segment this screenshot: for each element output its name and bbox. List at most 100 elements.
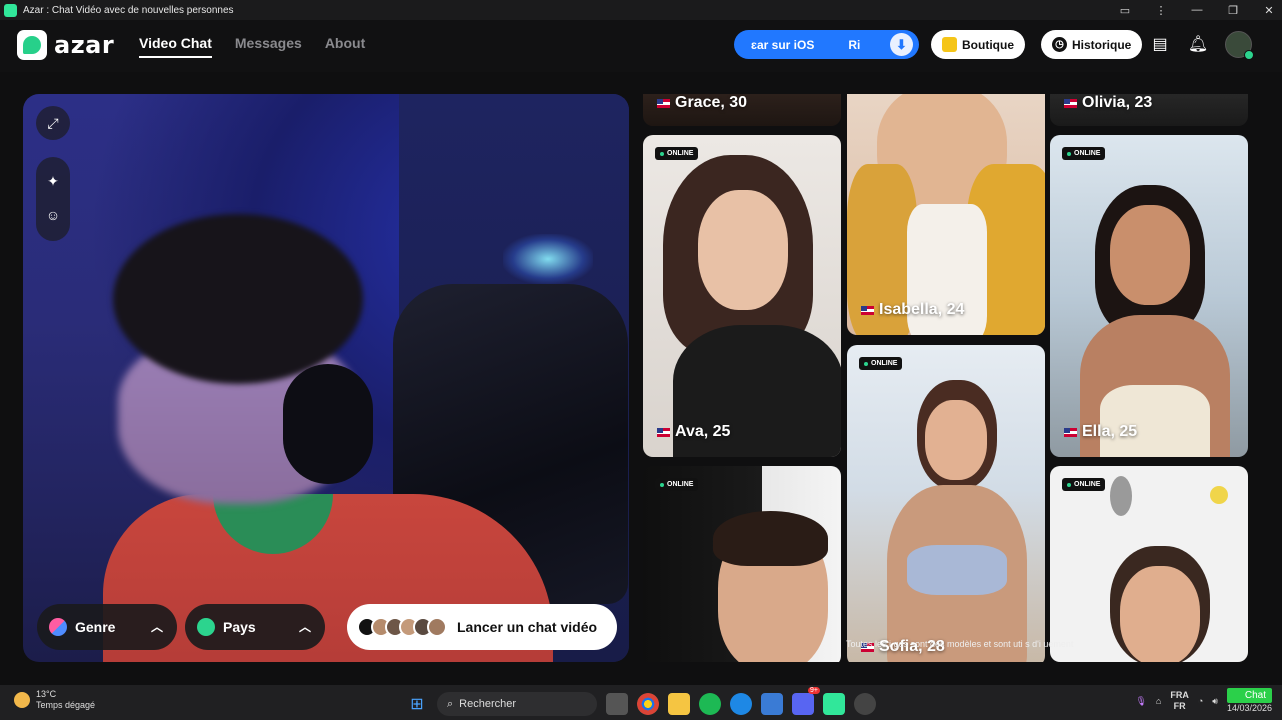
gender-filter-button[interactable]: Genre ︿: [37, 604, 177, 650]
taskbar-search-placeholder: Rechercher: [459, 698, 517, 710]
discord-badge: 9+: [808, 687, 820, 694]
magic-wand-icon[interactable]: ✦: [36, 164, 70, 198]
azar-logo[interactable]: azar: [17, 30, 114, 60]
user-avatar[interactable]: [1225, 31, 1254, 60]
taskbar-search[interactable]: ⌕ Rechercher: [437, 692, 597, 716]
start-video-chat-label: Lancer un chat vidéo: [457, 619, 598, 635]
restore-icon[interactable]: ❐: [1226, 4, 1240, 17]
face-filter-icon[interactable]: ☺: [36, 198, 70, 232]
profile-card[interactable]: ONLINE Ava, 25: [643, 135, 841, 457]
profile-name: Ella, 25: [1082, 423, 1138, 440]
us-flag-icon: [657, 427, 670, 437]
online-badge: ONLINE: [655, 478, 699, 491]
profile-name: Ava, 25: [675, 423, 731, 440]
window-title: Azar : Chat Vidéo avec de nouvelles pers…: [23, 4, 234, 16]
profile-card[interactable]: ONLINE Sofia, 28: [847, 345, 1045, 662]
steam-icon[interactable]: [854, 693, 876, 715]
video-effects-toolbar: ✦ ☺: [36, 157, 70, 241]
us-flag-icon: [1064, 427, 1077, 437]
history-button[interactable]: ◷ Historique: [1041, 30, 1143, 59]
online-badge: ONLINE: [655, 147, 699, 160]
profile-card[interactable]: ONLINE: [1050, 466, 1248, 662]
avatar-status-dot: [1244, 50, 1254, 60]
online-badge: ONLINE: [1062, 478, 1106, 491]
edge-icon[interactable]: [730, 693, 752, 715]
history-button-label: Historique: [1072, 37, 1132, 52]
chat-badge: Chat: [1226, 688, 1272, 703]
weather-widget[interactable]: 13°C Temps dégagé: [14, 689, 95, 711]
windows-taskbar: 13°C Temps dégagé ⊞ ⌕ Rechercher 9+ 🎙︎ ⌂…: [0, 685, 1282, 720]
ios-banner-text-right: Ri: [848, 37, 861, 52]
us-flag-icon: [657, 98, 670, 108]
nav-video-chat[interactable]: Video Chat: [139, 35, 212, 58]
ios-download-banner[interactable]: ɛar sur iOS Ri ⬇: [734, 30, 919, 59]
gem-icon: [942, 37, 957, 52]
country-filter-button[interactable]: Pays ︿: [185, 604, 325, 650]
gender-filter-label: Genre: [75, 619, 116, 635]
microphone-icon[interactable]: 🎙︎: [1135, 696, 1146, 707]
download-icon: ⬇: [890, 33, 913, 56]
camera-icon[interactable]: ▭: [1118, 4, 1132, 17]
online-badge: ONLINE: [1062, 147, 1106, 160]
country-filter-label: Pays: [223, 619, 256, 635]
azar-taskbar-icon[interactable]: [823, 693, 845, 715]
profile-card[interactable]: ONLINE Ella, 25: [1050, 135, 1248, 457]
task-view-icon[interactable]: [606, 693, 628, 715]
window-titlebar: Azar : Chat Vidéo avec de nouvelles pers…: [0, 0, 1282, 20]
profile-card[interactable]: Olivia, 23: [1050, 94, 1248, 126]
taskbar-clock[interactable]: Chat 14/03/2026: [1226, 688, 1272, 714]
globe-icon: [197, 618, 215, 636]
language-indicator[interactable]: FRA FR: [1170, 690, 1189, 712]
profile-card[interactable]: Isabella, 24: [847, 94, 1045, 335]
file-explorer-icon[interactable]: [668, 693, 690, 715]
windows-start-icon[interactable]: ⊞: [406, 693, 428, 715]
inbox-icon[interactable]: ▤: [1150, 34, 1170, 54]
volume-icon[interactable]: 🔊︎: [1212, 696, 1218, 707]
profile-card[interactable]: Grace, 30: [643, 94, 841, 126]
online-badge: ONLINE: [859, 357, 903, 370]
expand-icon: ⤢: [47, 114, 59, 131]
shop-button-label: Boutique: [962, 37, 1014, 52]
more-options-icon[interactable]: ⋮: [1154, 4, 1168, 17]
self-video-preview: [23, 94, 629, 662]
moon-icon: [14, 692, 30, 708]
chevron-up-icon: ︿: [298, 620, 311, 634]
avatar-stack: [357, 617, 447, 637]
chrome-icon[interactable]: [637, 693, 659, 715]
nav-about[interactable]: About: [325, 35, 365, 58]
us-flag-icon: [1064, 98, 1077, 108]
app-header: azar Video Chat Messages About ɛar sur i…: [0, 20, 1282, 72]
azar-logo-text: azar: [54, 31, 115, 59]
profile-grid: Grace, 30 ONLINE Ava, 25 ONLINE Isabella…: [643, 94, 1249, 662]
azar-logo-mark-icon: [17, 30, 47, 60]
profile-name: Grace, 30: [675, 94, 748, 111]
weather-temp: 13°C: [36, 689, 57, 699]
chevron-up-icon: ︿: [150, 620, 163, 634]
expand-video-button[interactable]: ⤢: [36, 106, 70, 140]
store-icon[interactable]: [761, 693, 783, 715]
start-video-chat-button[interactable]: Lancer un chat vidéo: [347, 604, 617, 650]
close-icon[interactable]: ✕: [1262, 4, 1276, 17]
weather-desc: Temps dégagé: [36, 700, 96, 710]
taskbar-apps: ⊞ ⌕ Rechercher 9+: [406, 687, 876, 716]
clock-icon: ◷: [1052, 37, 1067, 52]
taskbar-date: 14/03/2026: [1226, 703, 1272, 713]
minimize-icon[interactable]: —: [1190, 4, 1204, 16]
profile-name: Isabella, 24: [879, 301, 965, 318]
disclaimer-caption: Toutes les i ges sont des modèles et son…: [846, 639, 1074, 649]
nav-messages[interactable]: Messages: [235, 35, 302, 58]
system-tray: 🎙︎ ⌂ FRA FR ◔ 🔊︎ Chat 14/03/2026: [1135, 688, 1272, 714]
discord-icon[interactable]: 9+: [792, 687, 820, 715]
search-icon: ⌕: [447, 697, 454, 710]
shop-button[interactable]: Boutique: [931, 30, 1025, 59]
profile-card[interactable]: ONLINE: [643, 466, 841, 662]
gender-icon: [49, 618, 67, 636]
profile-name: Olivia, 23: [1082, 94, 1153, 111]
notification-bell-icon[interactable]: 🔔︎: [1188, 34, 1208, 54]
wifi-icon[interactable]: ◔: [1198, 696, 1203, 706]
network-icon[interactable]: ⌂: [1156, 696, 1161, 706]
azar-app-icon: [4, 3, 17, 17]
main-nav: Video Chat Messages About: [139, 35, 365, 58]
ios-banner-text: ɛar sur iOS: [751, 37, 815, 52]
spotify-icon[interactable]: [699, 693, 721, 715]
